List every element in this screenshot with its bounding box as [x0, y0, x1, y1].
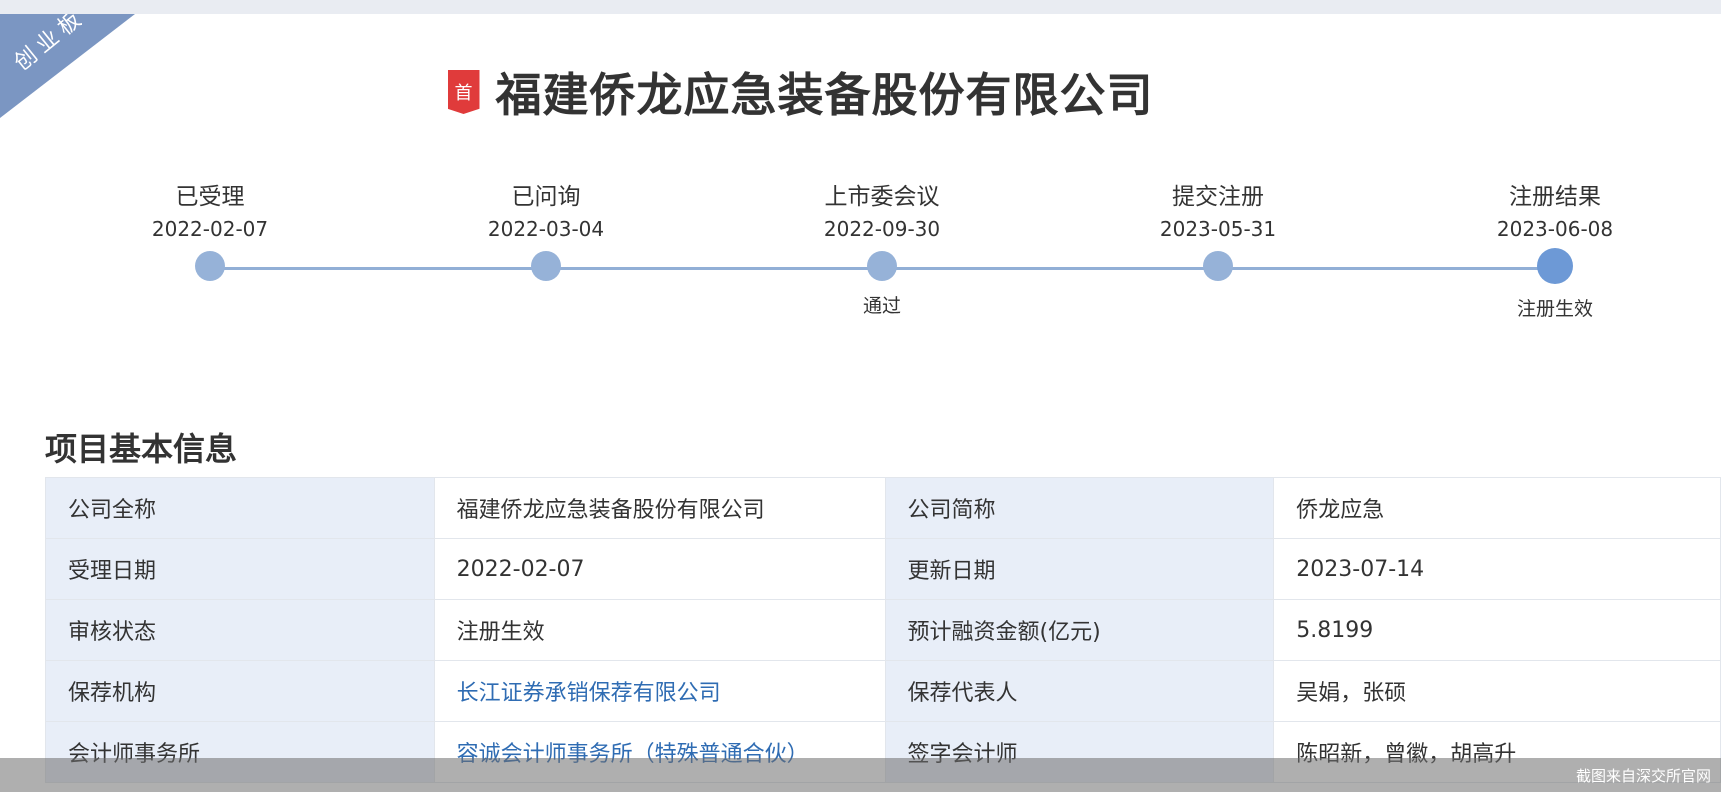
table-row: 审核状态 注册生效 预计融资金额(亿元) 5.8199	[45, 599, 1721, 661]
table-row: 保荐机构 长江证券承销保荐有限公司 保荐代表人 吴娟，张硕	[45, 660, 1721, 722]
value-company-full-name: 福建侨龙应急装备股份有限公司	[433, 477, 886, 539]
value-accept-date: 2022-02-07	[433, 538, 886, 600]
label-sponsor-reps: 保荐代表人	[884, 660, 1275, 722]
timeline-step-accepted: 已受理 2022-02-07	[110, 180, 310, 319]
timeline-step-registration-submitted: 提交注册 2023-05-31	[1118, 180, 1318, 319]
timeline-step-listing-committee: 上市委会议 2022-09-30 通过	[782, 180, 982, 319]
label-expected-financing: 预计融资金额(亿元)	[884, 599, 1275, 661]
value-update-date: 2023-07-14	[1273, 538, 1721, 600]
timeline-dot	[867, 251, 897, 281]
label-review-status: 审核状态	[45, 599, 435, 661]
timeline-step-status: 注册生效	[1516, 298, 1593, 320]
timeline-step-date: 2022-02-07	[151, 217, 269, 241]
timeline-step-label: 已问询	[511, 184, 581, 210]
value-sponsor-reps: 吴娟，张硕	[1273, 660, 1721, 722]
bottom-overlay	[0, 758, 1721, 792]
timeline-step-status	[446, 291, 646, 319]
progress-timeline: 已受理 2022-02-07 已问询 2022-03-04 上市委会议 2022…	[0, 180, 1721, 330]
label-company-short-name: 公司简称	[884, 477, 1275, 539]
timeline-step-label: 提交注册	[1172, 184, 1264, 210]
label-update-date: 更新日期	[884, 538, 1275, 600]
timeline-step-date: 2022-03-04	[487, 217, 605, 241]
label-company-full-name: 公司全称	[45, 477, 435, 539]
timeline-step-inquired: 已问询 2022-03-04	[446, 180, 646, 319]
page-header: 首 福建侨龙应急装备股份有限公司	[0, 62, 1721, 122]
timeline-step-date: 2023-06-08	[1496, 217, 1614, 241]
timeline-dot	[531, 251, 561, 281]
timeline-step-status	[110, 291, 310, 319]
project-info-table: 公司全称 福建侨龙应急装备股份有限公司 公司简称 侨龙应急 受理日期 2022-…	[45, 477, 1721, 783]
timeline-dot	[195, 251, 225, 281]
value-review-status: 注册生效	[433, 599, 886, 661]
table-row: 受理日期 2022-02-07 更新日期 2023-07-14	[45, 538, 1721, 600]
timeline-step-label: 已受理	[175, 184, 245, 210]
label-sponsor: 保荐机构	[45, 660, 435, 722]
label-accept-date: 受理日期	[45, 538, 435, 600]
timeline-step-label: 注册结果	[1509, 184, 1601, 210]
timeline-step-registration-result: 注册结果 2023-06-08 注册生效	[1455, 180, 1655, 322]
timeline-step-label: 上市委会议	[824, 184, 940, 210]
table-row: 公司全称 福建侨龙应急装备股份有限公司 公司简称 侨龙应急	[45, 477, 1721, 539]
timeline-step-date: 2022-09-30	[823, 217, 941, 241]
timeline-step-status: 通过	[862, 295, 901, 317]
section-title: 项目基本信息	[45, 430, 238, 468]
timeline-step-status	[1118, 291, 1318, 319]
timeline-step-date: 2023-05-31	[1159, 217, 1277, 241]
source-watermark: 截图来自深交所官网	[1575, 767, 1711, 785]
sponsor-link[interactable]: 长江证券承销保荐有限公司	[433, 660, 886, 722]
first-badge: 首	[447, 70, 480, 114]
company-title: 福建侨龙应急装备股份有限公司	[495, 68, 1154, 122]
value-expected-financing: 5.8199	[1273, 599, 1721, 661]
top-strip	[0, 0, 1721, 14]
timeline-dot-current	[1537, 248, 1573, 284]
value-company-short-name: 侨龙应急	[1273, 477, 1721, 539]
timeline-dot	[1203, 251, 1233, 281]
